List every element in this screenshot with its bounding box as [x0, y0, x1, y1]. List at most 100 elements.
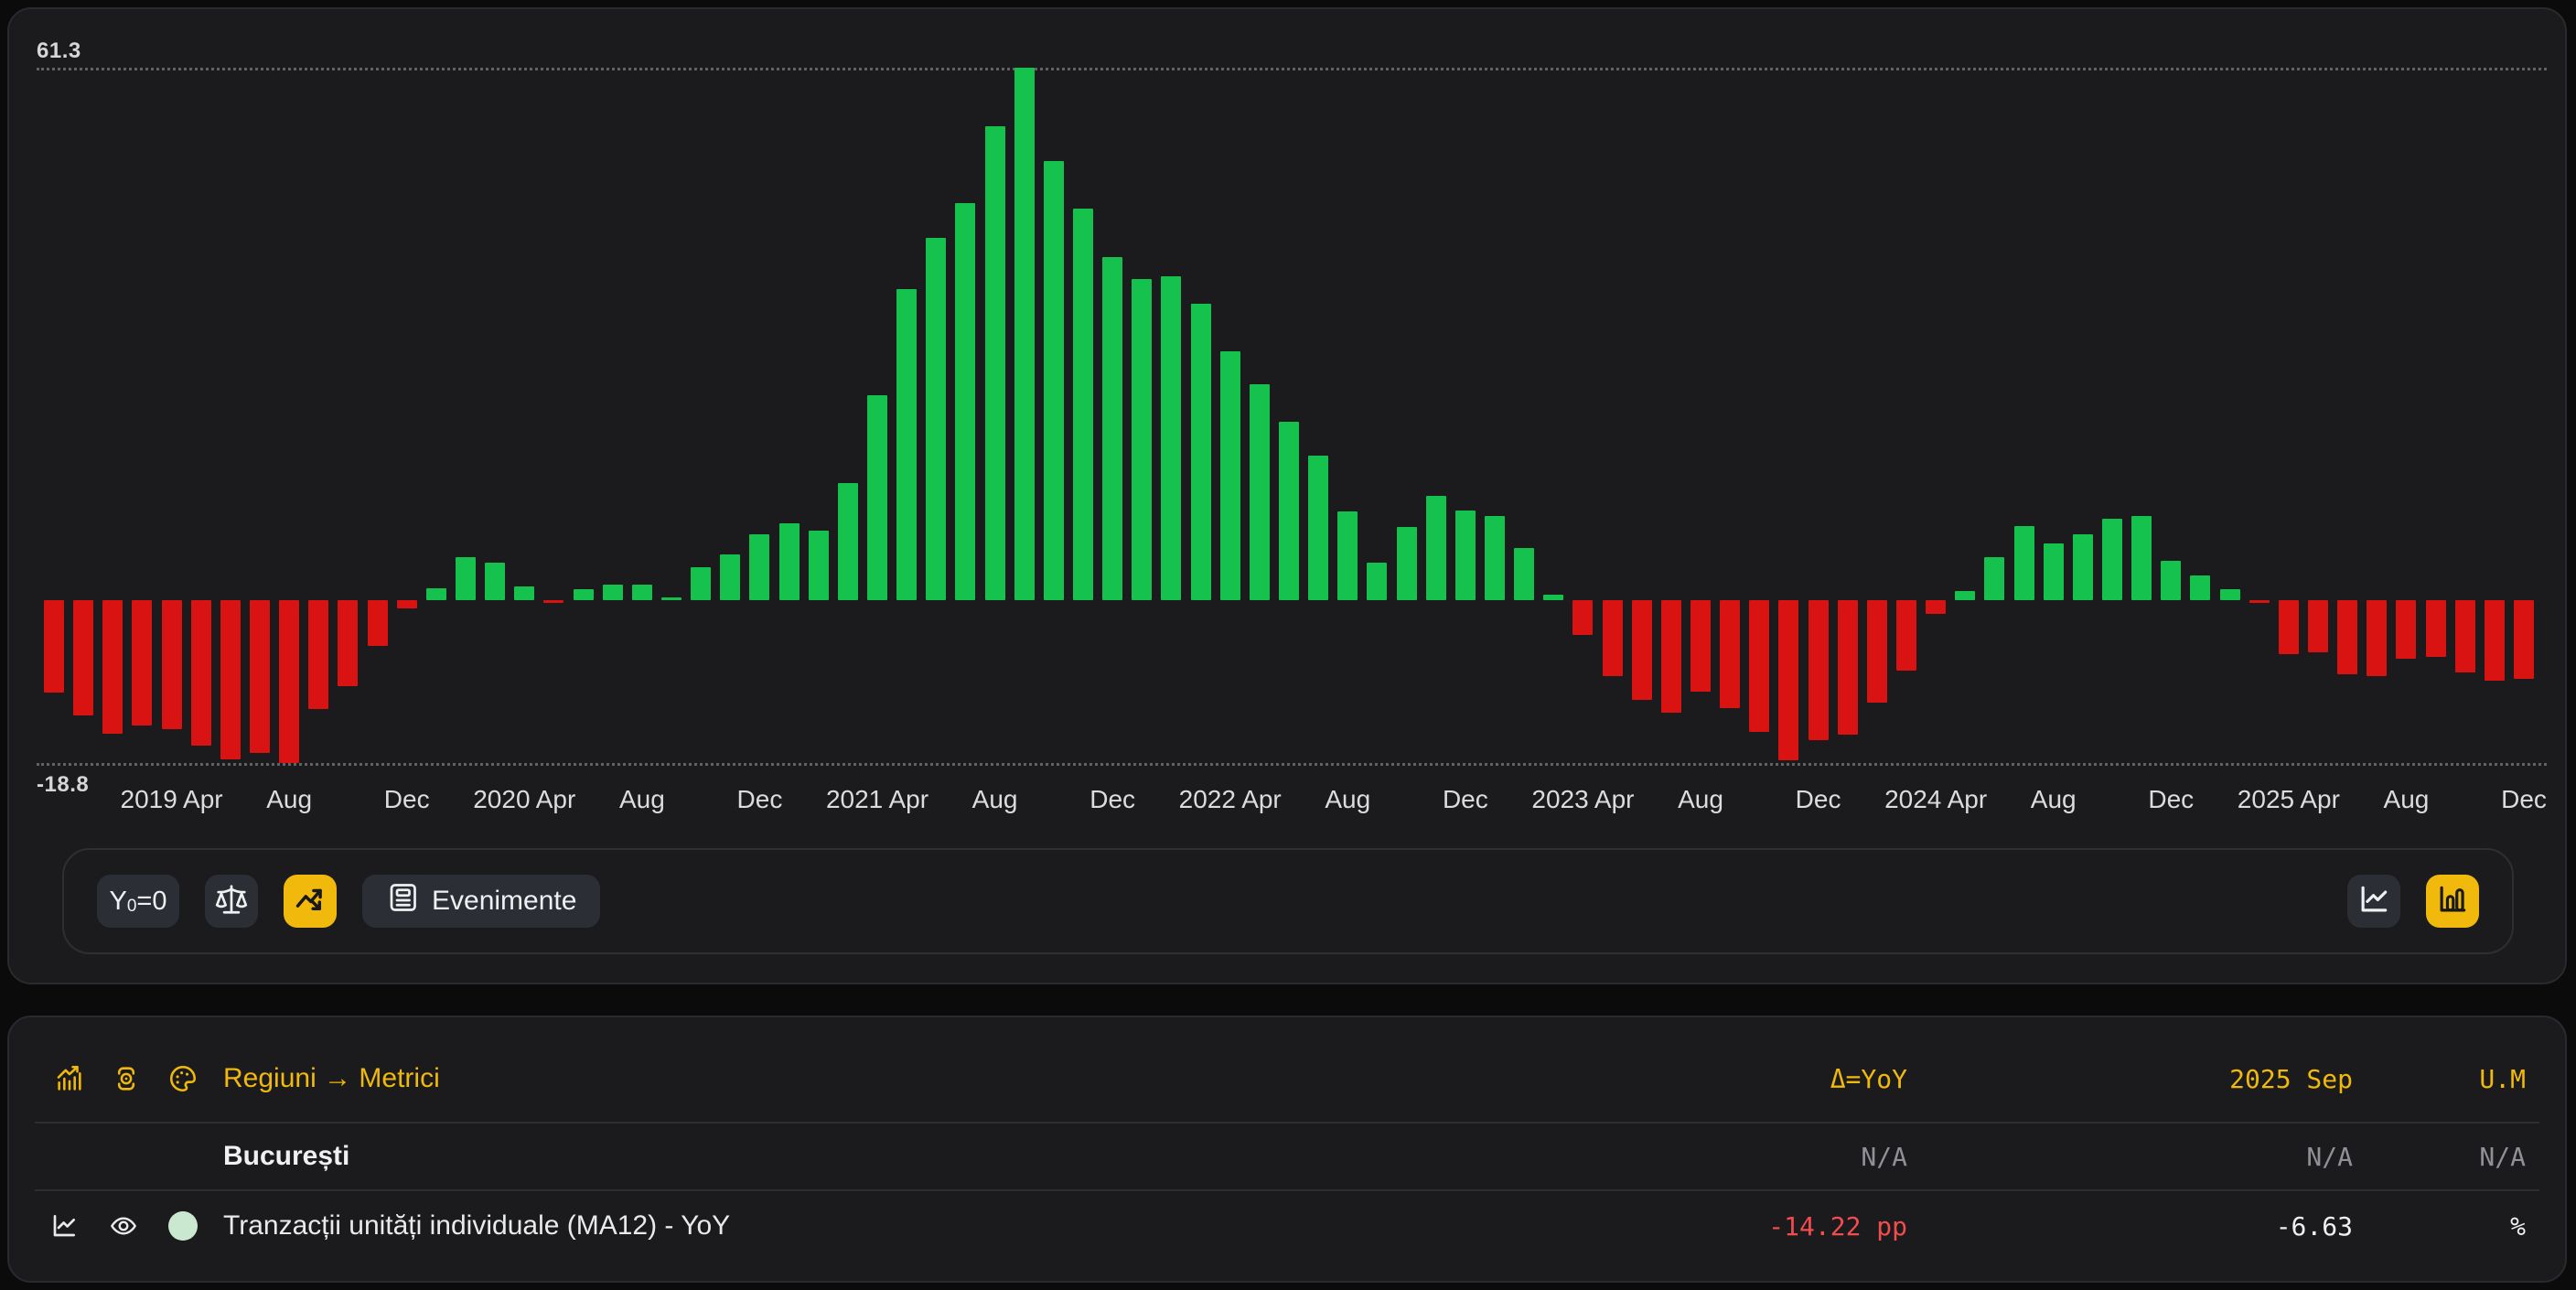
bar-2021-10[interactable] [1044, 161, 1064, 600]
line-chart-mode-button[interactable] [2347, 875, 2400, 928]
bar-2020-01[interactable] [426, 588, 446, 599]
bar-2021-12[interactable] [1102, 257, 1122, 600]
series-line-chart-icon[interactable] [48, 1191, 80, 1261]
stats-chart-icon[interactable] [53, 1036, 86, 1122]
bar-2025-07[interactable] [2367, 600, 2387, 676]
visibility-eye-icon[interactable] [107, 1191, 140, 1261]
bar-2025-03[interactable] [2249, 600, 2270, 604]
bar-2019-01[interactable] [73, 600, 93, 715]
bar-2019-11[interactable] [368, 600, 388, 646]
bar-2023-08[interactable] [1690, 600, 1711, 693]
bar-2021-04[interactable] [867, 395, 887, 600]
bar-2024-03[interactable] [1896, 600, 1916, 672]
bar-2024-12[interactable] [2161, 561, 2181, 600]
bar-2024-05[interactable] [1955, 591, 1975, 599]
bar-2024-04[interactable] [1926, 600, 1946, 614]
bar-2019-09[interactable] [308, 600, 328, 710]
bar-2019-03[interactable] [132, 600, 152, 726]
column-header-unit[interactable]: U.M [2479, 1036, 2526, 1122]
bar-2022-09[interactable] [1367, 563, 1387, 600]
bar-2023-11[interactable] [1778, 600, 1798, 761]
bar-2019-04[interactable] [162, 600, 182, 729]
bar-2025-04[interactable] [2279, 600, 2299, 655]
table-row-region-group[interactable]: București N/A N/A N/A [9, 1123, 2565, 1189]
bar-2019-10[interactable] [338, 600, 358, 687]
bar-2025-12[interactable] [2514, 600, 2534, 679]
bar-2024-07[interactable] [2014, 526, 2034, 600]
bar-2023-07[interactable] [1661, 600, 1681, 713]
bar-2019-05[interactable] [191, 600, 211, 746]
series-color-swatch[interactable] [166, 1191, 199, 1261]
bar-2020-08[interactable] [632, 585, 652, 599]
bar-2024-02[interactable] [1867, 600, 1887, 703]
bar-chart-mode-button[interactable] [2426, 875, 2479, 928]
bar-2018-12[interactable] [44, 600, 64, 693]
bar-2023-02[interactable] [1514, 548, 1534, 600]
bar-2023-01[interactable] [1485, 516, 1505, 600]
bar-2023-04[interactable] [1572, 600, 1593, 635]
breadcrumb-regions-metrics[interactable]: Regiuni → Metrici [223, 1036, 440, 1122]
bar-2024-06[interactable] [1984, 557, 2004, 599]
bar-2021-03[interactable] [838, 483, 858, 599]
bar-2023-03[interactable] [1543, 595, 1563, 600]
y-zero-baseline-button[interactable]: Y0=0 [97, 875, 179, 928]
bar-2021-09[interactable] [1014, 68, 1035, 600]
bar-2021-08[interactable] [985, 126, 1005, 600]
palette-icon[interactable] [166, 1036, 199, 1122]
bar-2019-08[interactable] [279, 600, 299, 763]
bar-2025-11[interactable] [2485, 600, 2505, 681]
bar-2021-11[interactable] [1073, 209, 1093, 600]
bar-2020-10[interactable] [691, 567, 711, 600]
bar-2020-05[interactable] [543, 600, 564, 604]
bar-2023-12[interactable] [1809, 600, 1829, 741]
bar-2022-02[interactable] [1161, 276, 1181, 600]
bar-2021-05[interactable] [896, 289, 917, 600]
bar-2024-10[interactable] [2102, 519, 2122, 599]
bar-2025-02[interactable] [2220, 589, 2240, 599]
table-row-metric[interactable]: Tranzacții unități individuale (MA12) - … [9, 1191, 2565, 1261]
bar-2022-04[interactable] [1220, 351, 1240, 599]
bar-2025-06[interactable] [2337, 600, 2357, 675]
bar-2022-01[interactable] [1132, 279, 1152, 600]
bar-2021-06[interactable] [926, 238, 946, 600]
bar-2022-12[interactable] [1455, 511, 1476, 600]
bar-2020-06[interactable] [574, 589, 594, 599]
bar-2023-09[interactable] [1720, 600, 1740, 709]
bar-2025-10[interactable] [2455, 600, 2475, 673]
bar-2019-07[interactable] [250, 600, 270, 753]
column-header-delta-yoy[interactable]: Δ=YoY [1830, 1036, 1907, 1122]
bar-2025-01[interactable] [2190, 575, 2210, 600]
bar-2021-07[interactable] [955, 203, 975, 600]
bar-2022-11[interactable] [1426, 496, 1446, 600]
bar-2022-07[interactable] [1308, 456, 1328, 600]
bar-2019-06[interactable] [220, 600, 241, 760]
bar-2021-01[interactable] [779, 523, 800, 599]
bar-2021-02[interactable] [809, 531, 829, 600]
watch-eye-icon[interactable] [110, 1036, 143, 1122]
bar-2020-07[interactable] [603, 585, 623, 600]
bar-2024-01[interactable] [1838, 600, 1858, 735]
bar-2019-12[interactable] [397, 600, 417, 608]
bar-2022-08[interactable] [1337, 511, 1358, 600]
bar-2024-08[interactable] [2044, 543, 2064, 600]
bar-2022-03[interactable] [1191, 304, 1211, 600]
bar-2023-06[interactable] [1632, 600, 1652, 700]
bar-2020-03[interactable] [485, 563, 505, 600]
compare-scale-button[interactable] [205, 875, 258, 928]
bar-2020-11[interactable] [720, 554, 740, 599]
bar-2023-10[interactable] [1749, 600, 1769, 732]
volatility-mode-button[interactable] [284, 875, 337, 928]
bar-2025-09[interactable] [2426, 600, 2446, 658]
bar-2022-06[interactable] [1279, 422, 1299, 600]
bar-2020-02[interactable] [456, 557, 476, 599]
column-header-period[interactable]: 2025 Sep [2229, 1036, 2353, 1122]
bar-2023-05[interactable] [1603, 600, 1623, 676]
events-button[interactable]: Evenimente [362, 875, 600, 928]
bar-2022-05[interactable] [1250, 384, 1270, 599]
bar-2025-05[interactable] [2308, 600, 2328, 653]
bar-2025-08[interactable] [2396, 600, 2416, 660]
bar-2020-12[interactable] [749, 534, 769, 599]
bar-2024-09[interactable] [2073, 534, 2093, 600]
bar-2024-11[interactable] [2131, 516, 2152, 600]
bar-2020-04[interactable] [514, 586, 534, 599]
